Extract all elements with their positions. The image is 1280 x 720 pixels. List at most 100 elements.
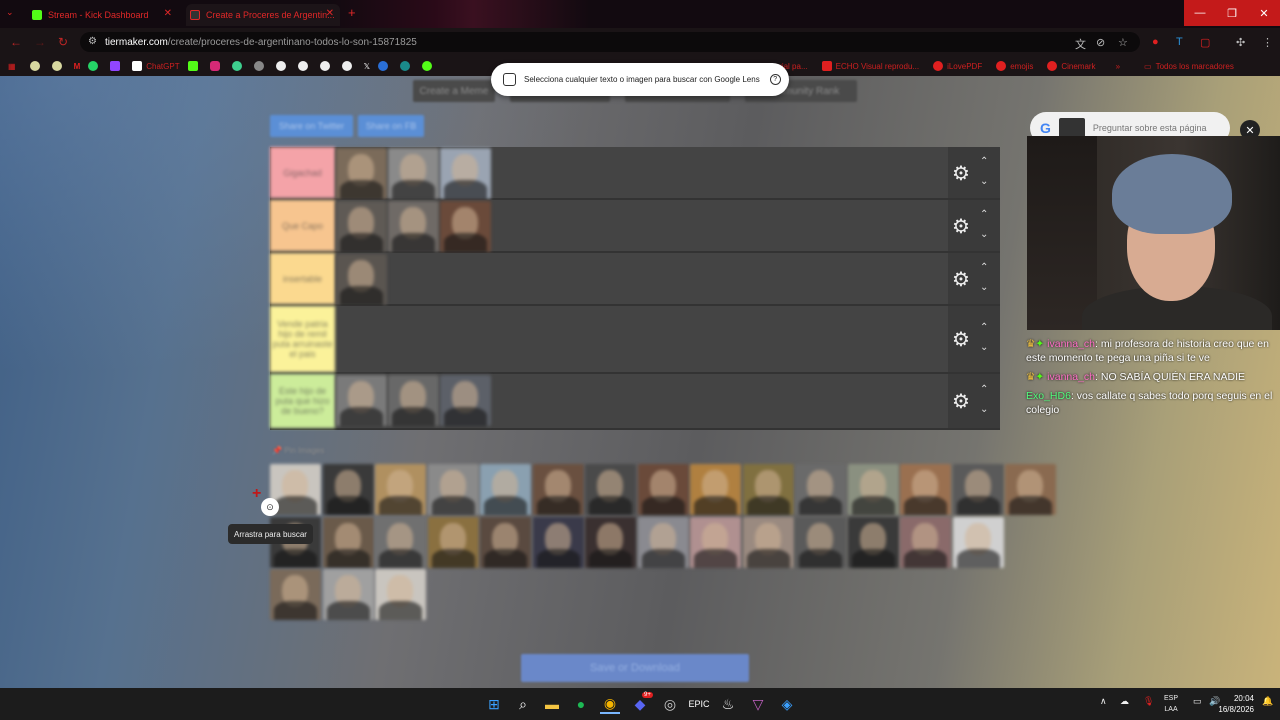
share-twitter-button[interactable]: Share on Twitter <box>270 115 353 137</box>
x-icon[interactable]: 𝕏 <box>364 62 370 71</box>
pin-images-label[interactable]: 📌 Pin Images <box>272 446 324 455</box>
reload-icon[interactable]: ↻ <box>58 35 68 49</box>
site-info-icon[interactable]: ⚙ <box>88 36 97 47</box>
portrait-image[interactable] <box>336 201 387 252</box>
move-up-icon[interactable]: ⌃ <box>980 384 988 395</box>
bookmark-emojis[interactable]: emojis <box>996 61 1033 71</box>
portrait-image[interactable] <box>585 516 636 568</box>
portrait-image[interactable] <box>952 464 1004 515</box>
tray-chevron-icon[interactable]: ∧ <box>1100 696 1107 707</box>
translate-icon[interactable]: 文 <box>1075 36 1086 52</box>
portrait-image[interactable] <box>336 375 387 426</box>
bookmarks-overflow-icon[interactable]: » <box>1116 62 1120 71</box>
app-icon[interactable]: ◈ <box>777 694 797 714</box>
portrait-image[interactable] <box>690 516 741 568</box>
portrait-image[interactable] <box>900 516 951 568</box>
close-window-button[interactable]: ✕ <box>1248 0 1280 26</box>
portrait-image[interactable] <box>952 516 1004 568</box>
extension-red-icon[interactable]: ● <box>1152 36 1159 48</box>
chat-username[interactable]: ivanna_ch <box>1047 371 1095 383</box>
move-down-icon[interactable]: ⌄ <box>980 404 988 415</box>
menu-icon[interactable]: ⋮ <box>1262 36 1273 49</box>
save-download-button[interactable]: Save or Download <box>521 654 749 682</box>
portrait-image[interactable] <box>742 516 794 568</box>
twitch-icon[interactable] <box>110 61 124 71</box>
visual-studio-icon[interactable]: ▽ <box>748 694 768 714</box>
kick-bookmark-icon[interactable] <box>187 61 202 71</box>
portrait-image[interactable] <box>322 569 374 620</box>
portrait-image[interactable] <box>375 464 426 515</box>
tier-label[interactable]: Que Capo <box>270 200 335 251</box>
tier-label[interactable]: Vende patria hijo de remil puta arruinas… <box>270 306 335 372</box>
close-tab-icon[interactable]: ✕ <box>164 8 172 19</box>
obs-icon[interactable]: ◎ <box>660 694 680 714</box>
portrait-image[interactable] <box>847 516 899 568</box>
bookmark-star-icon[interactable]: ☆ <box>1118 36 1128 49</box>
move-down-icon[interactable]: ⌄ <box>980 176 988 187</box>
extensions-puzzle-icon[interactable]: ✣ <box>1236 36 1245 49</box>
move-up-icon[interactable]: ⌃ <box>980 156 988 167</box>
forward-icon[interactable]: → <box>34 35 46 49</box>
portrait-image[interactable] <box>742 464 794 515</box>
share-fb-button[interactable]: Share on FB <box>358 115 424 137</box>
portrait-image[interactable] <box>847 464 899 515</box>
chrome-icon[interactable]: ◉ <box>600 694 620 714</box>
portrait-image[interactable] <box>480 464 531 515</box>
epic-games-icon[interactable]: EPIC <box>689 694 710 714</box>
portrait-image[interactable] <box>388 201 439 252</box>
spotify-icon[interactable]: ● <box>571 694 591 714</box>
portrait-image[interactable] <box>427 464 479 515</box>
portrait-image[interactable] <box>270 569 321 620</box>
tier-label[interactable]: Este hijo de puta que hizo de bueno? <box>270 374 335 428</box>
chat-username[interactable]: ivanna_ch <box>1047 338 1095 350</box>
bookmark-item[interactable] <box>29 61 44 71</box>
clock[interactable]: 20:04 16/8/2026 <box>1218 693 1254 715</box>
close-tab-icon[interactable]: ✕ <box>326 8 334 19</box>
steam-icon[interactable]: ♨ <box>718 694 738 714</box>
extension-square-icon[interactable]: ▢ <box>1200 36 1210 49</box>
microphone-icon[interactable]: 🎙 <box>1143 696 1154 707</box>
tab-search-icon[interactable]: ⌄ <box>6 7 14 18</box>
back-icon[interactable]: ← <box>10 35 22 49</box>
portrait-image[interactable] <box>637 464 689 515</box>
move-up-icon[interactable]: ⌃ <box>980 322 988 333</box>
network-icon[interactable]: ▭ <box>1193 696 1202 707</box>
move-up-icon[interactable]: ⌃ <box>980 262 988 273</box>
notifications-icon[interactable]: 🔔 <box>1262 696 1273 707</box>
portrait-image[interactable] <box>585 464 636 515</box>
portrait-image[interactable] <box>795 464 846 515</box>
portrait-image[interactable] <box>322 516 374 568</box>
instagram-icon[interactable] <box>209 61 224 71</box>
settings-gear-icon[interactable]: ⚙ <box>952 161 970 186</box>
move-up-icon[interactable]: ⌃ <box>980 209 988 220</box>
portrait-image[interactable] <box>388 148 439 199</box>
bookmark-echo[interactable]: ECHO Visual reprodu... <box>821 61 919 71</box>
move-down-icon[interactable]: ⌄ <box>980 342 988 353</box>
gmail-icon[interactable]: M <box>74 62 81 71</box>
portrait-image[interactable] <box>388 375 439 426</box>
bookmark-item[interactable] <box>253 61 268 71</box>
bookmark-item[interactable] <box>275 61 290 71</box>
portrait-image[interactable] <box>440 201 491 252</box>
portrait-image[interactable] <box>532 516 584 568</box>
portrait-image[interactable] <box>336 148 387 199</box>
bookmark-item[interactable] <box>319 61 334 71</box>
portrait-image[interactable] <box>690 464 741 515</box>
language-indicator[interactable]: ESP LAA <box>1164 693 1178 715</box>
create-meme-button[interactable]: Create a Meme <box>413 80 495 102</box>
bookmark-cinemark[interactable]: Cinemark <box>1047 61 1096 71</box>
onedrive-icon[interactable]: ☁ <box>1120 696 1129 707</box>
file-explorer-icon[interactable]: ▬ <box>542 694 562 714</box>
bookmark-chatgpt[interactable]: ChatGPT <box>132 61 180 71</box>
all-bookmarks[interactable]: ▭ Todos los marcadores <box>1144 62 1234 71</box>
settings-gear-icon[interactable]: ⚙ <box>952 327 970 352</box>
settings-gear-icon[interactable]: ⚙ <box>952 267 970 292</box>
portrait-image[interactable] <box>795 516 846 568</box>
tier-label[interactable]: insertable <box>270 253 335 304</box>
bookmark-item[interactable] <box>400 61 414 71</box>
apps-icon[interactable]: ▦ <box>8 62 16 71</box>
whatsapp-icon[interactable] <box>88 61 102 71</box>
portrait-image[interactable] <box>375 516 426 568</box>
extension-t-icon[interactable]: T <box>1176 36 1183 48</box>
move-down-icon[interactable]: ⌄ <box>980 282 988 293</box>
